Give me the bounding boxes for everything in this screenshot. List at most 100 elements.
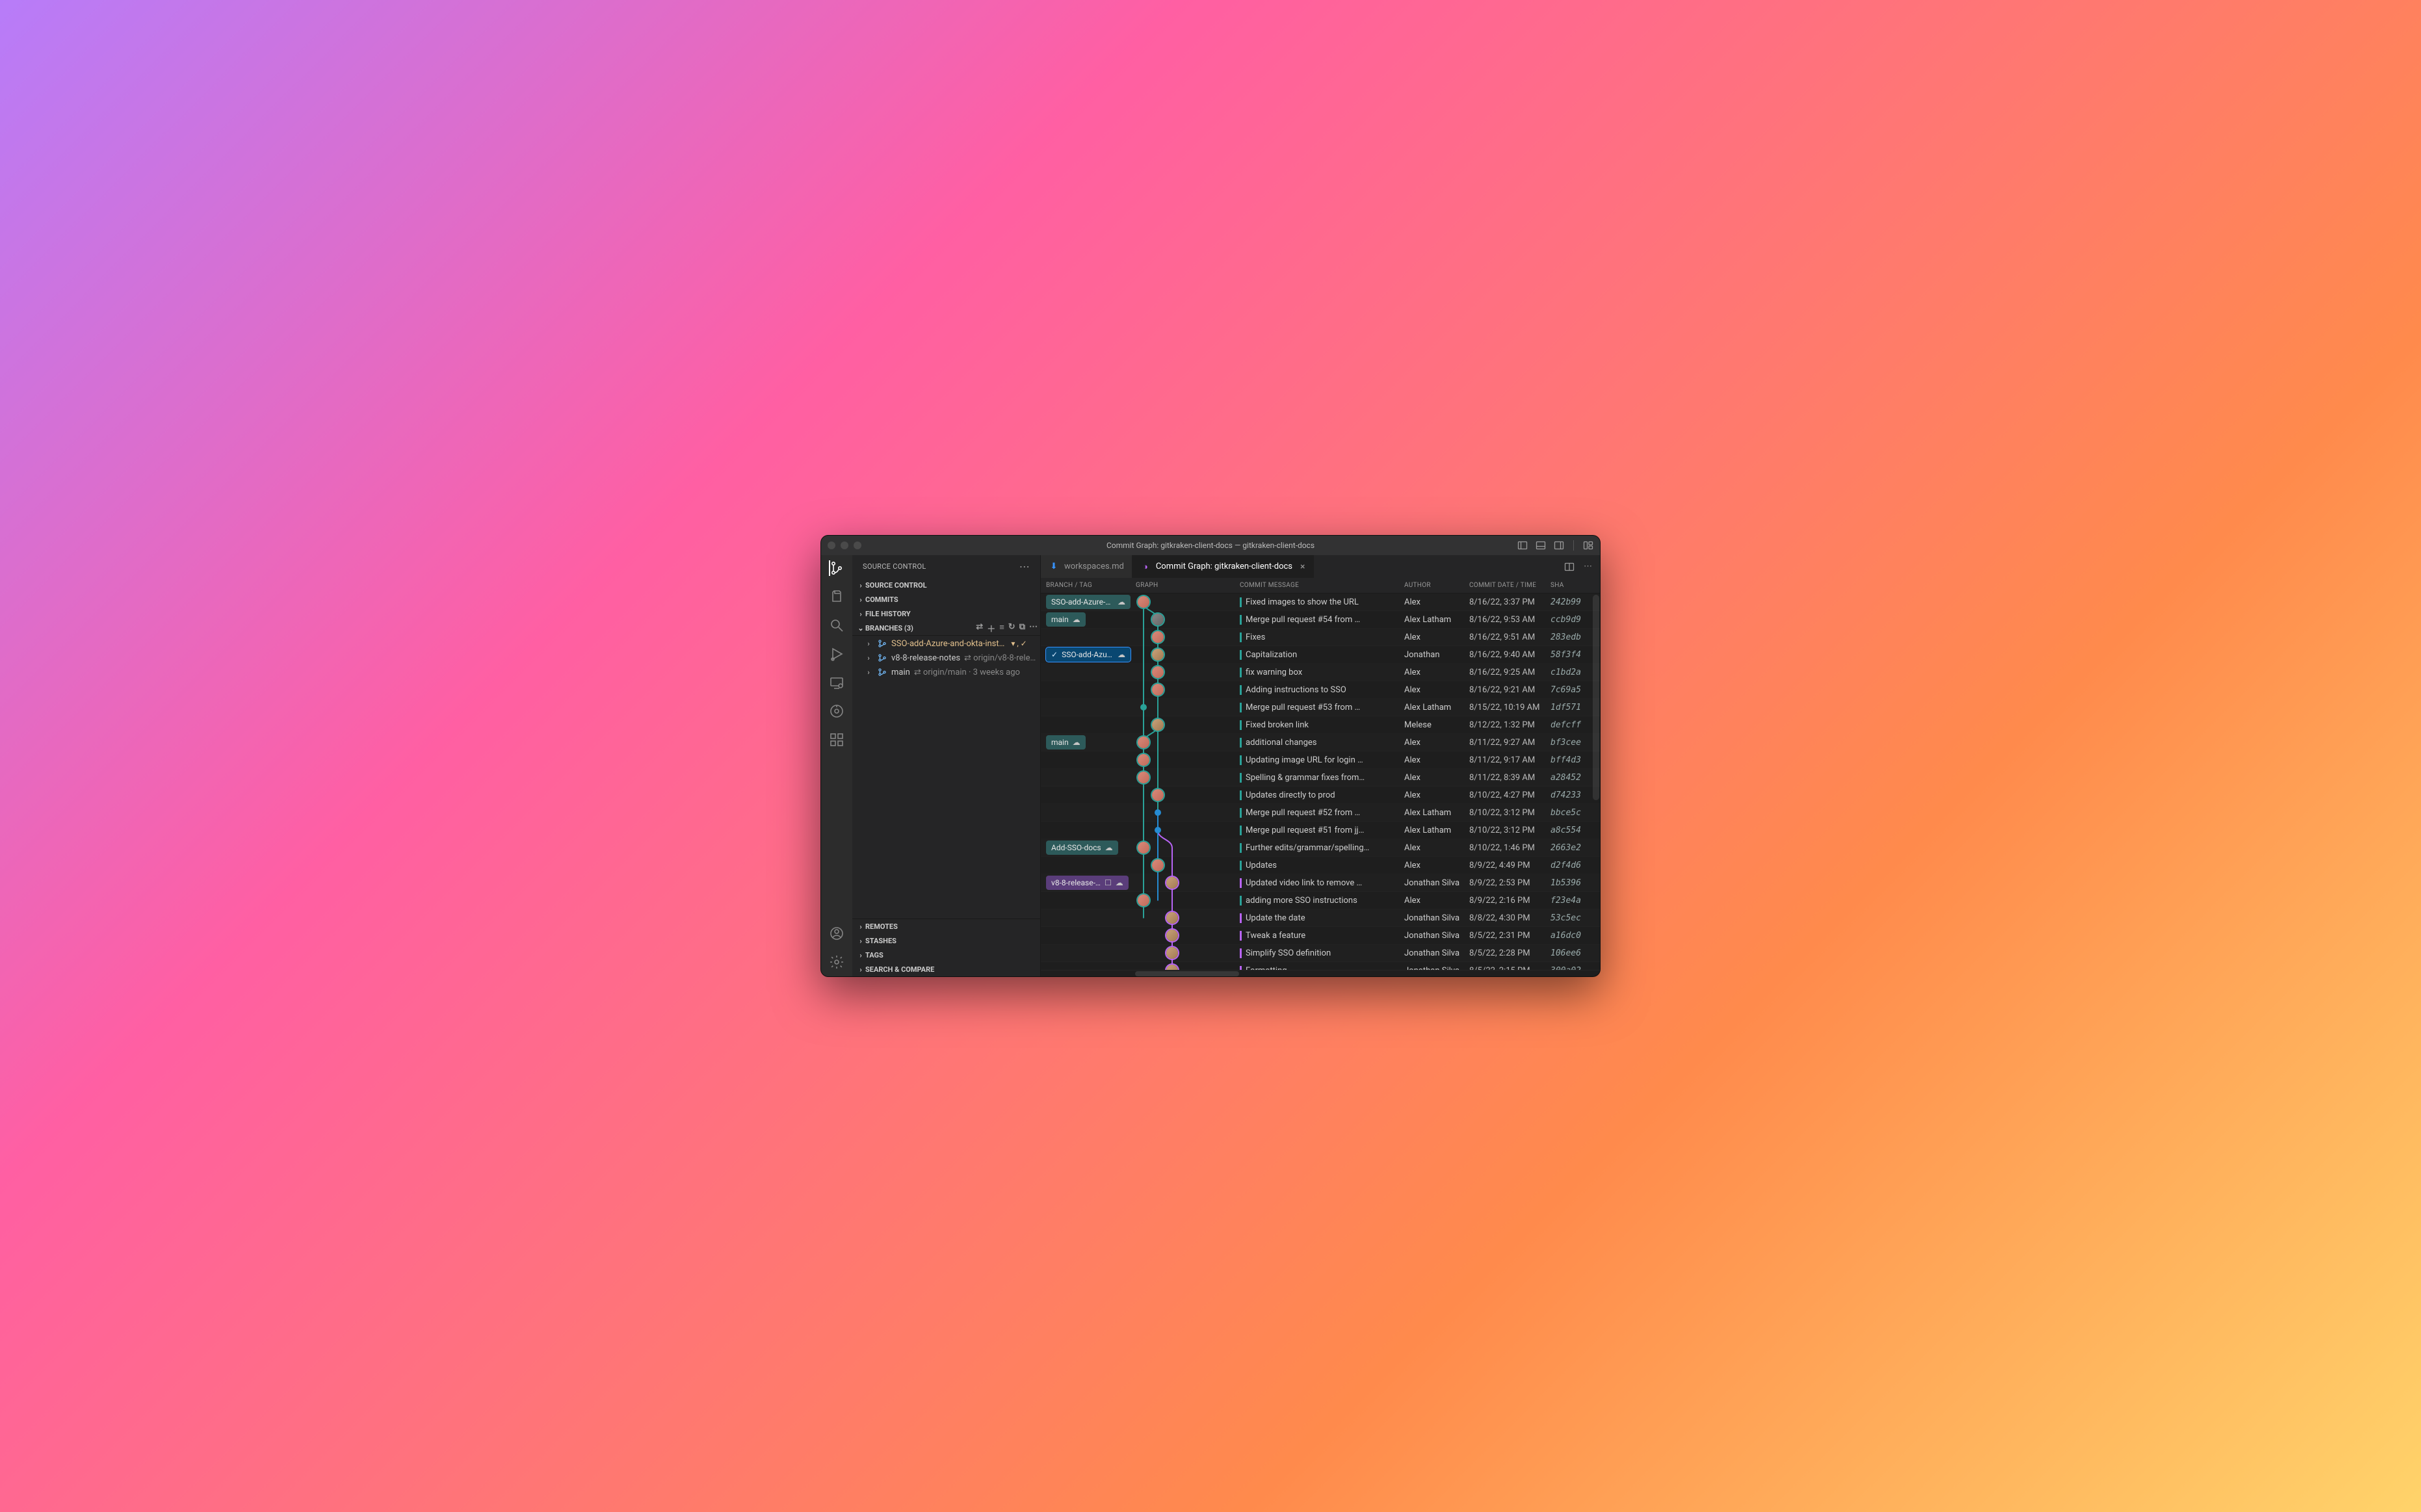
commit-author: Alex bbox=[1400, 668, 1465, 677]
commit-row[interactable]: main☁additional changesAlex8/11/22, 9:27… bbox=[1041, 734, 1600, 751]
commit-row[interactable]: Merge pull request #52 from …Alex Latham… bbox=[1041, 804, 1600, 822]
commit-row[interactable]: Updates directly to prodAlex8/10/22, 4:2… bbox=[1041, 787, 1600, 804]
commit-row[interactable]: SSO-add-Azure-a…☁Fixed images to show th… bbox=[1041, 593, 1600, 611]
section-label: SEARCH & COMPARE bbox=[865, 965, 934, 974]
branch-chip[interactable]: ✓SSO-add-Azur…☁ bbox=[1046, 647, 1131, 662]
commit-row[interactable]: main☁Merge pull request #54 from …Alex L… bbox=[1041, 611, 1600, 629]
scroll-thumb[interactable] bbox=[1593, 595, 1599, 800]
commit-row[interactable]: Updating image URL for login …Alex8/11/2… bbox=[1041, 751, 1600, 769]
commit-row[interactable]: adding more SSO instructionsAlex8/9/22, … bbox=[1041, 892, 1600, 909]
col-message[interactable]: COMMIT MESSAGE bbox=[1236, 582, 1400, 589]
commit-date: 8/16/22, 3:37 PM bbox=[1465, 597, 1547, 607]
section-search-compare[interactable]: ›SEARCH & COMPARE bbox=[852, 962, 1040, 976]
tab[interactable]: ◑Commit Graph: gitkraken-client-docs× bbox=[1132, 555, 1314, 578]
section-remotes[interactable]: ›REMOTES bbox=[852, 919, 1040, 933]
branch-chip[interactable]: Add-SSO-docs☁ bbox=[1046, 841, 1118, 855]
hscroll-thumb[interactable] bbox=[1135, 971, 1239, 976]
commit-author: Alex Latham bbox=[1400, 703, 1465, 712]
minimize-dot[interactable] bbox=[841, 541, 848, 549]
commit-author: Melese bbox=[1400, 720, 1465, 730]
commit-date: 8/9/22, 4:49 PM bbox=[1465, 861, 1547, 870]
run-debug-icon[interactable] bbox=[829, 646, 844, 662]
commit-sha: c1bd2a bbox=[1547, 668, 1592, 677]
col-date[interactable]: COMMIT DATE / TIME bbox=[1465, 582, 1547, 589]
commit-rows[interactable]: SSO-add-Azure-a…☁Fixed images to show th… bbox=[1041, 593, 1600, 970]
commit-sha: 53c5ec bbox=[1547, 913, 1592, 923]
search-icon[interactable] bbox=[829, 618, 844, 633]
tab[interactable]: ⬇workspaces.md bbox=[1041, 555, 1132, 578]
gitlens-icon[interactable] bbox=[829, 703, 844, 719]
tab-label: workspaces.md bbox=[1064, 562, 1124, 571]
commit-row[interactable]: Spelling & grammar fixes from…Alex8/11/2… bbox=[1041, 769, 1600, 787]
branch-chip[interactable]: main☁ bbox=[1046, 735, 1086, 749]
commit-date: 8/15/22, 10:19 AM bbox=[1465, 703, 1547, 712]
branch-chip[interactable]: main☁ bbox=[1046, 612, 1086, 627]
layout-sidebar-left-icon[interactable] bbox=[1517, 540, 1528, 551]
commit-row[interactable]: Tweak a featureJonathan Silva8/5/22, 2:3… bbox=[1041, 927, 1600, 945]
swap-icon[interactable]: ⇄ bbox=[976, 622, 983, 634]
commit-row[interactable]: Fixed broken linkMelese8/12/22, 1:32 PMd… bbox=[1041, 716, 1600, 734]
sidebar-more-icon[interactable]: ⋯ bbox=[1019, 560, 1030, 573]
commit-row[interactable]: FormattingJonathan Silva8/5/22, 2:15 PM3… bbox=[1041, 962, 1600, 970]
avatar bbox=[1152, 789, 1164, 801]
commit-row[interactable]: Merge pull request #51 from jj…Alex Lath… bbox=[1041, 822, 1600, 839]
split-editor-icon[interactable] bbox=[1564, 562, 1575, 572]
more-icon[interactable]: ⋯ bbox=[1029, 622, 1038, 634]
avatar bbox=[1152, 614, 1164, 625]
explorer-icon[interactable] bbox=[829, 589, 844, 605]
section-commits[interactable]: ›COMMITS bbox=[852, 592, 1040, 606]
remote-explorer-icon[interactable] bbox=[829, 675, 844, 690]
commit-row[interactable]: fix warning boxAlex8/16/22, 9:25 AMc1bd2… bbox=[1041, 664, 1600, 681]
commit-row[interactable]: Adding instructions to SSOAlex8/16/22, 9… bbox=[1041, 681, 1600, 699]
branch-chip[interactable]: v8-8-release-…☐☁ bbox=[1046, 876, 1129, 890]
refresh-icon[interactable]: ↻ bbox=[1008, 622, 1015, 634]
section-file-history[interactable]: ›FILE HISTORY bbox=[852, 606, 1040, 621]
commit-row[interactable]: ✓SSO-add-Azur…☁CapitalizationJonathan8/1… bbox=[1041, 646, 1600, 664]
commit-message: Updated video link to remove … bbox=[1240, 878, 1400, 888]
branch-item[interactable]: ›v8-8-release-notes ⇄ origin/v8-8-rele… bbox=[852, 651, 1040, 665]
layout-sidebar-right-icon[interactable] bbox=[1554, 540, 1564, 551]
vertical-scrollbar[interactable] bbox=[1593, 595, 1599, 969]
settings-gear-icon[interactable] bbox=[829, 954, 844, 970]
branch-chip[interactable]: SSO-add-Azure-a…☁ bbox=[1046, 595, 1131, 609]
commit-sha: ccb9d9 bbox=[1547, 615, 1592, 625]
zoom-dot[interactable] bbox=[854, 541, 861, 549]
titlebar[interactable]: Commit Graph: gitkraken-client-docs — gi… bbox=[821, 536, 1600, 555]
commit-row[interactable]: FixesAlex8/16/22, 9:51 AM283edb bbox=[1041, 629, 1600, 646]
layout-panel-icon[interactable] bbox=[1536, 540, 1546, 551]
close-dot[interactable] bbox=[828, 541, 835, 549]
close-icon[interactable]: × bbox=[1300, 562, 1305, 572]
extensions-icon[interactable] bbox=[829, 732, 844, 748]
col-branch[interactable]: BRANCH / TAG bbox=[1041, 582, 1132, 589]
commit-row[interactable]: Update the dateJonathan Silva8/8/22, 4:3… bbox=[1041, 909, 1600, 927]
commit-row[interactable]: UpdatesAlex8/9/22, 4:49 PMd2f4d6 bbox=[1041, 857, 1600, 874]
section-tags[interactable]: ›TAGS bbox=[852, 948, 1040, 962]
source-control-icon[interactable] bbox=[829, 560, 844, 576]
layout-customize-icon[interactable] bbox=[1583, 540, 1593, 551]
section-source-control[interactable]: ›SOURCE CONTROL bbox=[852, 578, 1040, 592]
horizontal-scrollbar[interactable] bbox=[1041, 970, 1600, 976]
commit-row[interactable]: Add-SSO-docs☁Further edits/grammar/spell… bbox=[1041, 839, 1600, 857]
col-graph[interactable]: GRAPH bbox=[1132, 582, 1236, 589]
col-sha[interactable]: SHA bbox=[1547, 582, 1592, 589]
section-stashes[interactable]: ›STASHES bbox=[852, 933, 1040, 948]
commit-sha: f23e4a bbox=[1547, 896, 1592, 906]
commit-row[interactable]: Merge pull request #53 from …Alex Latham… bbox=[1041, 699, 1600, 716]
add-icon[interactable]: ＋ bbox=[987, 622, 995, 634]
branch-item[interactable]: ›main ⇄ origin/main · 3 weeks ago bbox=[852, 665, 1040, 679]
commit-date: 8/10/22, 1:46 PM bbox=[1465, 843, 1547, 853]
copy-icon[interactable]: ⧉ bbox=[1019, 622, 1025, 634]
tab-more-icon[interactable]: ⋯ bbox=[1584, 562, 1592, 571]
section-label: TAGS bbox=[865, 951, 883, 959]
activity-bar bbox=[821, 555, 852, 976]
commit-row[interactable]: v8-8-release-…☐☁ Updated video link to re… bbox=[1041, 874, 1600, 892]
col-author[interactable]: AUTHOR bbox=[1400, 582, 1465, 589]
section-branches[interactable]: ⌄BRANCHES (3) ⇄ ＋ ≡ ↻ ⧉ ⋯ bbox=[852, 621, 1040, 635]
gitlens-icon: ◑ bbox=[1140, 562, 1151, 572]
branch-item[interactable]: ›SSO-add-Azure-and-okta-inst…▾ , ✓ bbox=[852, 636, 1040, 651]
avatar bbox=[1152, 684, 1164, 696]
accounts-icon[interactable] bbox=[829, 926, 844, 941]
list-icon[interactable]: ≡ bbox=[999, 622, 1004, 634]
commit-message: additional changes bbox=[1240, 738, 1400, 748]
commit-row[interactable]: Simplify SSO definitionJonathan Silva8/5… bbox=[1041, 945, 1600, 962]
